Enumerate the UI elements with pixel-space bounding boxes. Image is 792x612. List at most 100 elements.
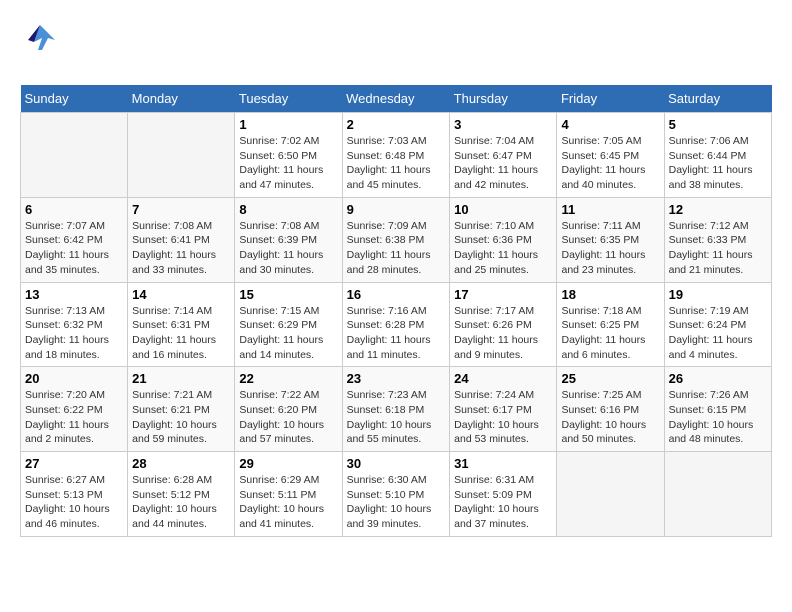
day-number: 1 xyxy=(239,117,337,132)
day-info: Sunrise: 7:11 AM Sunset: 6:35 PM Dayligh… xyxy=(561,219,659,278)
day-number: 14 xyxy=(132,287,230,302)
day-number: 11 xyxy=(561,202,659,217)
day-number: 30 xyxy=(347,456,446,471)
calendar-cell: 10Sunrise: 7:10 AM Sunset: 6:36 PM Dayli… xyxy=(450,197,557,282)
day-number: 5 xyxy=(669,117,767,132)
logo xyxy=(20,20,64,65)
logo-bird-icon xyxy=(20,20,60,65)
day-info: Sunrise: 7:08 AM Sunset: 6:39 PM Dayligh… xyxy=(239,219,337,278)
calendar-cell: 23Sunrise: 7:23 AM Sunset: 6:18 PM Dayli… xyxy=(342,367,450,452)
day-number: 13 xyxy=(25,287,123,302)
calendar-cell: 22 Sunrise: 7:22 AM Sunset: 6:20 PM Dayli… xyxy=(235,367,342,452)
calendar-week-3: 13 Sunrise: 7:13 AM Sunset: 6:32 PM Dayli… xyxy=(21,282,772,367)
day-number: 16 xyxy=(347,287,446,302)
day-info: Sunrise: 6:31 AM Sunset: 5:09 PM Dayligh… xyxy=(454,473,552,532)
weekday-header-monday: Monday xyxy=(128,85,235,113)
calendar-cell: 20 Sunrise: 7:20 AM Sunset: 6:22 PM Dayli… xyxy=(21,367,128,452)
calendar-cell: 8 Sunrise: 7:08 AM Sunset: 6:39 PM Daylig… xyxy=(235,197,342,282)
day-info: Sunrise: 6:27 AM Sunset: 5:13 PM Dayligh… xyxy=(25,473,123,532)
page-header xyxy=(20,20,772,65)
day-number: 19 xyxy=(669,287,767,302)
day-info: Sunrise: 7:05 AM Sunset: 6:45 PM Dayligh… xyxy=(561,134,659,193)
day-info: Sunrise: 7:25 AM Sunset: 6:16 PM Dayligh… xyxy=(561,388,659,447)
day-info: Sunrise: 7:21 AM Sunset: 6:21 PM Dayligh… xyxy=(132,388,230,447)
day-number: 3 xyxy=(454,117,552,132)
day-number: 9 xyxy=(347,202,446,217)
day-number: 20 xyxy=(25,371,123,386)
calendar-cell: 4 Sunrise: 7:05 AM Sunset: 6:45 PM Daylig… xyxy=(557,113,664,198)
day-info: Sunrise: 7:20 AM Sunset: 6:22 PM Dayligh… xyxy=(25,388,123,447)
day-number: 21 xyxy=(132,371,230,386)
calendar-cell: 13 Sunrise: 7:13 AM Sunset: 6:32 PM Dayli… xyxy=(21,282,128,367)
calendar-cell: 11 Sunrise: 7:11 AM Sunset: 6:35 PM Dayli… xyxy=(557,197,664,282)
calendar-cell: 19 Sunrise: 7:19 AM Sunset: 6:24 PM Dayli… xyxy=(664,282,771,367)
calendar-cell: 29 Sunrise: 6:29 AM Sunset: 5:11 PM Dayli… xyxy=(235,452,342,537)
day-info: Sunrise: 7:13 AM Sunset: 6:32 PM Dayligh… xyxy=(25,304,123,363)
day-number: 8 xyxy=(239,202,337,217)
weekday-header-saturday: Saturday xyxy=(664,85,771,113)
day-info: Sunrise: 7:26 AM Sunset: 6:15 PM Dayligh… xyxy=(669,388,767,447)
day-info: Sunrise: 6:28 AM Sunset: 5:12 PM Dayligh… xyxy=(132,473,230,532)
calendar-cell xyxy=(664,452,771,537)
day-number: 6 xyxy=(25,202,123,217)
day-info: Sunrise: 7:08 AM Sunset: 6:41 PM Dayligh… xyxy=(132,219,230,278)
day-number: 26 xyxy=(669,371,767,386)
day-info: Sunrise: 7:09 AM Sunset: 6:38 PM Dayligh… xyxy=(347,219,446,278)
day-info: Sunrise: 7:19 AM Sunset: 6:24 PM Dayligh… xyxy=(669,304,767,363)
day-info: Sunrise: 7:14 AM Sunset: 6:31 PM Dayligh… xyxy=(132,304,230,363)
day-number: 31 xyxy=(454,456,552,471)
day-info: Sunrise: 7:10 AM Sunset: 6:36 PM Dayligh… xyxy=(454,219,552,278)
day-number: 24 xyxy=(454,371,552,386)
day-info: Sunrise: 7:24 AM Sunset: 6:17 PM Dayligh… xyxy=(454,388,552,447)
day-info: Sunrise: 7:07 AM Sunset: 6:42 PM Dayligh… xyxy=(25,219,123,278)
day-info: Sunrise: 6:30 AM Sunset: 5:10 PM Dayligh… xyxy=(347,473,446,532)
day-number: 27 xyxy=(25,456,123,471)
calendar-cell: 31 Sunrise: 6:31 AM Sunset: 5:09 PM Dayli… xyxy=(450,452,557,537)
calendar-cell: 5 Sunrise: 7:06 AM Sunset: 6:44 PM Daylig… xyxy=(664,113,771,198)
day-number: 18 xyxy=(561,287,659,302)
day-info: Sunrise: 7:06 AM Sunset: 6:44 PM Dayligh… xyxy=(669,134,767,193)
calendar-cell: 27 Sunrise: 6:27 AM Sunset: 5:13 PM Dayli… xyxy=(21,452,128,537)
calendar-week-1: 1Sunrise: 7:02 AM Sunset: 6:50 PM Daylig… xyxy=(21,113,772,198)
calendar-cell: 7 Sunrise: 7:08 AM Sunset: 6:41 PM Daylig… xyxy=(128,197,235,282)
weekday-header-wednesday: Wednesday xyxy=(342,85,450,113)
calendar-cell xyxy=(21,113,128,198)
day-info: Sunrise: 7:22 AM Sunset: 6:20 PM Dayligh… xyxy=(239,388,337,447)
day-number: 29 xyxy=(239,456,337,471)
calendar-cell: 18 Sunrise: 7:18 AM Sunset: 6:25 PM Dayli… xyxy=(557,282,664,367)
calendar-cell: 6 Sunrise: 7:07 AM Sunset: 6:42 PM Daylig… xyxy=(21,197,128,282)
day-info: Sunrise: 7:23 AM Sunset: 6:18 PM Dayligh… xyxy=(347,388,446,447)
calendar-cell: 25 Sunrise: 7:25 AM Sunset: 6:16 PM Dayli… xyxy=(557,367,664,452)
calendar-cell: 26 Sunrise: 7:26 AM Sunset: 6:15 PM Dayli… xyxy=(664,367,771,452)
day-info: Sunrise: 7:03 AM Sunset: 6:48 PM Dayligh… xyxy=(347,134,446,193)
day-number: 22 xyxy=(239,371,337,386)
day-info: Sunrise: 7:04 AM Sunset: 6:47 PM Dayligh… xyxy=(454,134,552,193)
day-info: Sunrise: 7:12 AM Sunset: 6:33 PM Dayligh… xyxy=(669,219,767,278)
day-number: 17 xyxy=(454,287,552,302)
calendar-cell: 15Sunrise: 7:15 AM Sunset: 6:29 PM Dayli… xyxy=(235,282,342,367)
day-number: 25 xyxy=(561,371,659,386)
day-number: 7 xyxy=(132,202,230,217)
weekday-header-thursday: Thursday xyxy=(450,85,557,113)
calendar-week-4: 20 Sunrise: 7:20 AM Sunset: 6:22 PM Dayli… xyxy=(21,367,772,452)
day-number: 2 xyxy=(347,117,446,132)
calendar-table: SundayMondayTuesdayWednesdayThursdayFrid… xyxy=(20,85,772,537)
calendar-cell: 16 Sunrise: 7:16 AM Sunset: 6:28 PM Dayli… xyxy=(342,282,450,367)
day-info: Sunrise: 6:29 AM Sunset: 5:11 PM Dayligh… xyxy=(239,473,337,532)
day-number: 4 xyxy=(561,117,659,132)
day-number: 28 xyxy=(132,456,230,471)
weekday-header-tuesday: Tuesday xyxy=(235,85,342,113)
day-info: Sunrise: 7:17 AM Sunset: 6:26 PM Dayligh… xyxy=(454,304,552,363)
calendar-cell: 24 Sunrise: 7:24 AM Sunset: 6:17 PM Dayli… xyxy=(450,367,557,452)
calendar-cell: 9 Sunrise: 7:09 AM Sunset: 6:38 PM Daylig… xyxy=(342,197,450,282)
day-info: Sunrise: 7:16 AM Sunset: 6:28 PM Dayligh… xyxy=(347,304,446,363)
calendar-cell: 21 Sunrise: 7:21 AM Sunset: 6:21 PM Dayli… xyxy=(128,367,235,452)
day-info: Sunrise: 7:15 AM Sunset: 6:29 PM Dayligh… xyxy=(239,304,337,363)
day-number: 12 xyxy=(669,202,767,217)
calendar-cell: 30 Sunrise: 6:30 AM Sunset: 5:10 PM Dayli… xyxy=(342,452,450,537)
day-info: Sunrise: 7:18 AM Sunset: 6:25 PM Dayligh… xyxy=(561,304,659,363)
calendar-cell xyxy=(557,452,664,537)
calendar-week-2: 6 Sunrise: 7:07 AM Sunset: 6:42 PM Daylig… xyxy=(21,197,772,282)
calendar-cell: 1Sunrise: 7:02 AM Sunset: 6:50 PM Daylig… xyxy=(235,113,342,198)
calendar-cell xyxy=(128,113,235,198)
